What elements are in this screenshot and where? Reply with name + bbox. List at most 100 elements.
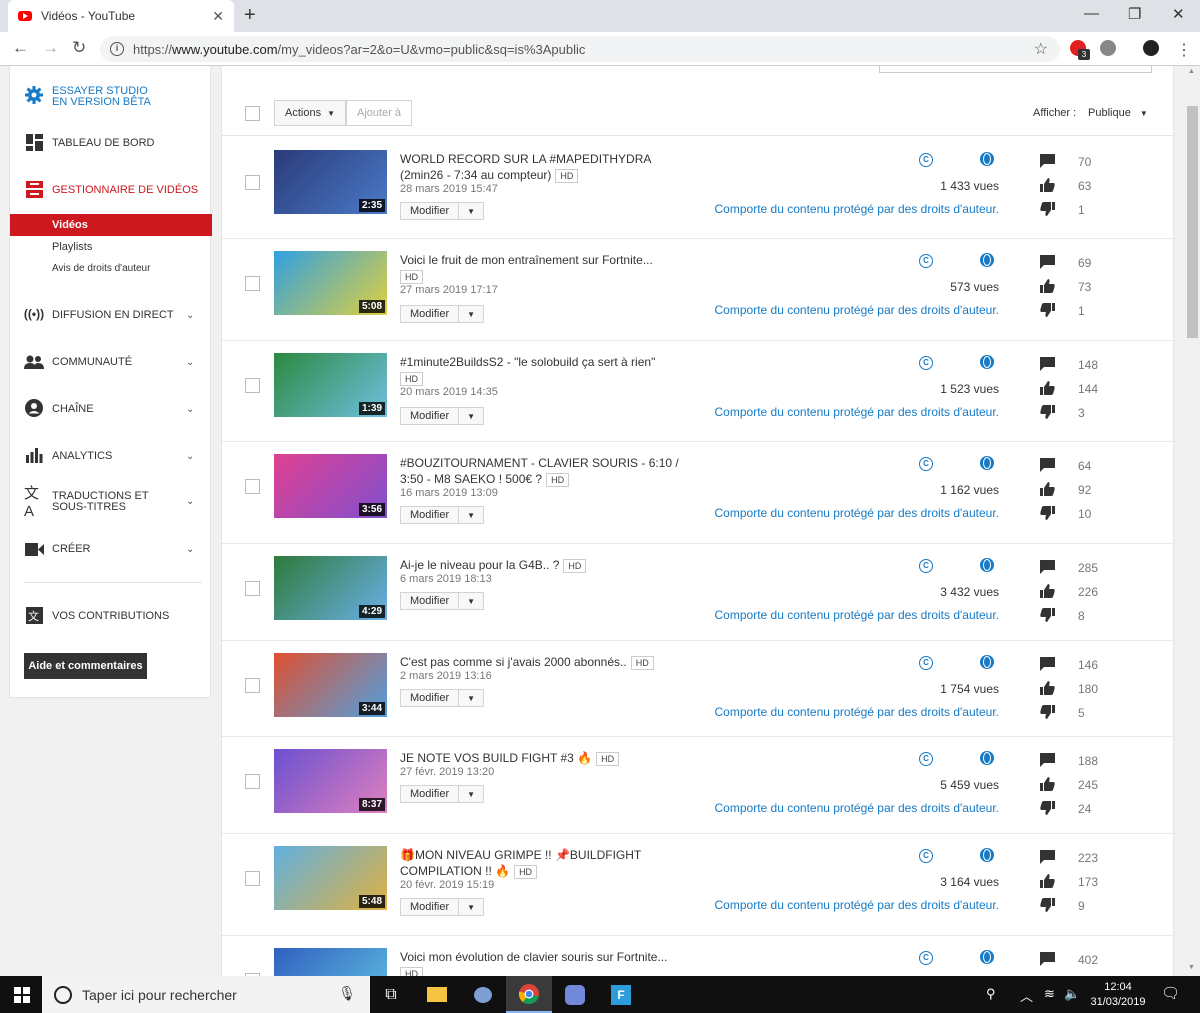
volume-icon[interactable]: 🔈 bbox=[1064, 986, 1080, 1002]
thumbs-up-icon[interactable] bbox=[1040, 584, 1055, 598]
new-tab-button[interactable]: + bbox=[244, 4, 256, 27]
video-title-link[interactable]: 🎁MON NIVEAU GRIMPE !! 📌BUILDFIGHT COMPIL… bbox=[400, 847, 690, 879]
copyright-claim-link[interactable]: Comporte du contenu protégé par des droi… bbox=[715, 506, 999, 520]
video-title-link[interactable]: WORLD RECORD SUR LA #MAPEDITHYDRA (2min2… bbox=[400, 151, 690, 183]
menu-kebab-icon[interactable]: ⋮ bbox=[1176, 40, 1192, 60]
add-to-button[interactable]: Ajouter à bbox=[346, 100, 413, 126]
copyright-claim-link[interactable]: Comporte du contenu protégé par des droi… bbox=[715, 405, 999, 419]
video-thumbnail[interactable]: 3:44 bbox=[274, 653, 387, 717]
globe-public-icon[interactable] bbox=[980, 848, 994, 862]
profile-icon[interactable] bbox=[1143, 40, 1159, 56]
video-thumbnail[interactable]: 3:56 bbox=[274, 454, 387, 518]
video-title-link[interactable]: #BOUZITOURNAMENT - CLAVIER SOURIS - 6:10… bbox=[400, 455, 690, 487]
task-view-icon[interactable]: ⧉ bbox=[368, 976, 414, 1013]
thumbs-down-icon[interactable] bbox=[1040, 506, 1055, 520]
sidebar-item-analytics[interactable]: ANALYTICS ⌄ bbox=[10, 445, 212, 467]
sidebar-item-video-manager[interactable]: GESTIONNAIRE DE VIDÉOS bbox=[10, 179, 212, 201]
sidebar-item-playlists[interactable]: Playlists bbox=[52, 241, 92, 253]
globe-public-icon[interactable] bbox=[980, 558, 994, 572]
sidebar-item-community[interactable]: COMMUNAUTÉ ⌄ bbox=[10, 351, 212, 373]
comment-icon[interactable] bbox=[1040, 255, 1055, 269]
video-thumbnail[interactable]: 2:35 bbox=[274, 150, 387, 214]
globe-public-icon[interactable] bbox=[980, 355, 994, 369]
copyright-claim-link[interactable]: Comporte du contenu protégé par des droi… bbox=[715, 303, 999, 317]
thumbs-up-icon[interactable] bbox=[1040, 777, 1055, 791]
thumbs-up-icon[interactable] bbox=[1040, 681, 1055, 695]
sidebar-item-contributions[interactable]: 文 VOS CONTRIBUTIONS bbox=[10, 605, 212, 627]
help-feedback-button[interactable]: Aide et commentaires bbox=[24, 653, 147, 679]
modify-button[interactable]: Modifier ▼ bbox=[400, 407, 485, 425]
caret-down-icon[interactable]: ▼ bbox=[458, 306, 483, 322]
discord-icon[interactable] bbox=[552, 976, 598, 1013]
chevron-down-icon[interactable]: ⌄ bbox=[186, 496, 194, 507]
microphone-icon[interactable]: 🎙 bbox=[338, 985, 356, 1002]
globe-public-icon[interactable] bbox=[980, 655, 994, 669]
comment-icon[interactable] bbox=[1040, 357, 1055, 371]
taskbar-clock[interactable]: 12:04 31/03/2019 bbox=[1090, 980, 1146, 1010]
thumbs-down-icon[interactable] bbox=[1040, 898, 1055, 912]
sidebar-item-dashboard[interactable]: TABLEAU DE BORD bbox=[10, 132, 212, 154]
comment-icon[interactable] bbox=[1040, 657, 1055, 671]
video-title-link[interactable]: Voici mon évolution de clavier souris su… bbox=[400, 949, 690, 976]
page-scrollbar[interactable]: ▲ ▼ bbox=[1184, 66, 1200, 976]
thumbs-down-icon[interactable] bbox=[1040, 202, 1055, 216]
thumbs-down-icon[interactable] bbox=[1040, 405, 1055, 419]
sidebar-item-videos[interactable]: Vidéos bbox=[10, 214, 212, 236]
caret-down-icon[interactable]: ▼ bbox=[458, 203, 483, 219]
sidebar-item-translations[interactable]: 文A TRADUCTIONS ET SOUS-TITRES ⌄ bbox=[10, 485, 212, 520]
video-thumbnail[interactable]: 1:39 bbox=[274, 353, 387, 417]
chevron-down-icon[interactable]: ⌄ bbox=[186, 544, 194, 555]
caret-down-icon[interactable]: ▼ bbox=[458, 408, 483, 424]
video-checkbox[interactable] bbox=[245, 871, 260, 886]
file-explorer-icon[interactable] bbox=[414, 976, 460, 1013]
modify-button[interactable]: Modifier ▼ bbox=[400, 506, 485, 524]
copyright-icon[interactable]: C bbox=[919, 559, 933, 573]
copyright-icon[interactable]: C bbox=[919, 656, 933, 670]
video-thumbnail[interactable]: 5:48 bbox=[274, 846, 387, 910]
comment-icon[interactable] bbox=[1040, 560, 1055, 574]
sidebar-item-channel[interactable]: CHAÎNE ⌄ bbox=[10, 398, 212, 420]
globe-public-icon[interactable] bbox=[980, 456, 994, 470]
comment-icon[interactable] bbox=[1040, 154, 1055, 168]
extension-icon-2[interactable] bbox=[1100, 40, 1116, 56]
visibility-filter-dropdown[interactable]: Publique ▼ bbox=[1088, 107, 1148, 119]
video-checkbox[interactable] bbox=[245, 378, 260, 393]
view-count[interactable]: 1 433 vues bbox=[940, 179, 999, 193]
notifications-icon[interactable]: 🗨 bbox=[1161, 984, 1180, 1002]
copyright-icon[interactable]: C bbox=[919, 153, 933, 167]
sidebar-item-create[interactable]: CRÉER ⌄ bbox=[10, 538, 212, 560]
close-window-icon[interactable]: ✕ bbox=[1172, 5, 1185, 23]
maximize-icon[interactable]: ❐ bbox=[1128, 5, 1141, 23]
browser-tab[interactable]: Vidéos - YouTube ✕ bbox=[8, 0, 234, 32]
modify-button[interactable]: Modifier ▼ bbox=[400, 898, 485, 916]
comment-icon[interactable] bbox=[1040, 850, 1055, 864]
copyright-icon[interactable]: C bbox=[919, 849, 933, 863]
caret-down-icon[interactable]: ▼ bbox=[458, 690, 483, 706]
globe-public-icon[interactable] bbox=[980, 152, 994, 166]
comment-icon[interactable] bbox=[1040, 458, 1055, 472]
view-count[interactable]: 5 459 vues bbox=[940, 778, 999, 792]
windows-start-icon[interactable] bbox=[14, 987, 30, 1006]
video-thumbnail[interactable]: 8:37 bbox=[274, 749, 387, 813]
chevron-down-icon[interactable]: ⌄ bbox=[186, 451, 194, 462]
thumbs-down-icon[interactable] bbox=[1040, 303, 1055, 317]
forward-icon[interactable]: → bbox=[42, 38, 59, 58]
chrome-taskbar-icon[interactable] bbox=[506, 976, 552, 1013]
close-tab-icon[interactable]: ✕ bbox=[212, 8, 224, 25]
view-count[interactable]: 1 754 vues bbox=[940, 682, 999, 696]
people-tray-icon[interactable]: ⚲ bbox=[986, 986, 996, 1002]
copyright-claim-link[interactable]: Comporte du contenu protégé par des droi… bbox=[715, 801, 999, 815]
video-title-link[interactable]: Ai-je le niveau pour la G4B.. ? HD bbox=[400, 557, 690, 573]
modify-button[interactable]: Modifier ▼ bbox=[400, 305, 485, 323]
video-checkbox[interactable] bbox=[245, 581, 260, 596]
video-checkbox[interactable] bbox=[245, 678, 260, 693]
thumbs-up-icon[interactable] bbox=[1040, 381, 1055, 395]
chevron-down-icon[interactable]: ⌄ bbox=[186, 404, 194, 415]
thumbs-down-icon[interactable] bbox=[1040, 705, 1055, 719]
thumbs-up-icon[interactable] bbox=[1040, 874, 1055, 888]
thumbs-down-icon[interactable] bbox=[1040, 801, 1055, 815]
caret-down-icon[interactable]: ▼ bbox=[458, 593, 483, 609]
comment-icon[interactable] bbox=[1040, 952, 1055, 966]
video-checkbox[interactable] bbox=[245, 774, 260, 789]
copyright-claim-link[interactable]: Comporte du contenu protégé par des droi… bbox=[715, 705, 999, 719]
